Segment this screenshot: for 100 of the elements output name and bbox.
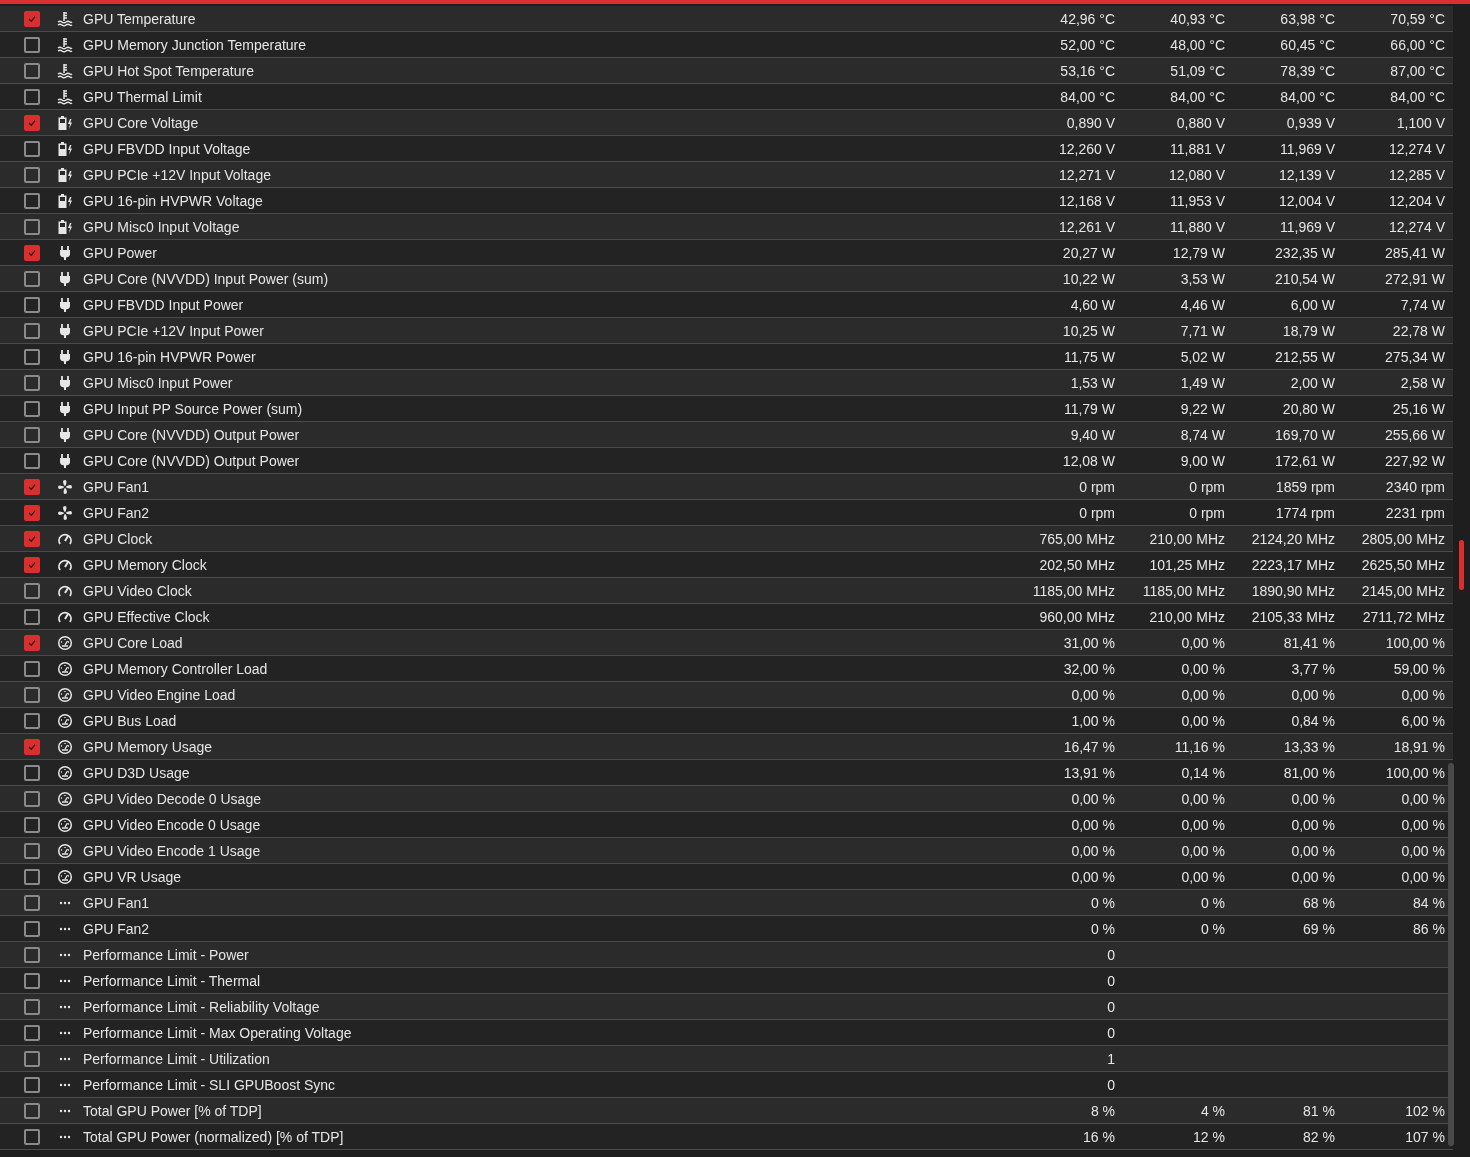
- sensor-name: GPU Core Load: [83, 634, 183, 651]
- more-icon: [57, 952, 73, 957]
- checkbox[interactable]: [24, 868, 40, 885]
- scrollbar-thumb[interactable]: [1448, 763, 1454, 1146]
- sensor-value: 11,16 %: [1174, 738, 1225, 755]
- sensor-value: 0,00 %: [1401, 868, 1445, 885]
- checkbox[interactable]: [24, 1102, 40, 1119]
- thermometer-icon: [57, 62, 73, 79]
- plug-icon: [57, 348, 73, 365]
- sensor-value: 2105,33 MHz: [1251, 608, 1335, 625]
- sensor-value: 765,00 MHz: [1039, 530, 1115, 547]
- sensor-value: 0 %: [1090, 894, 1115, 911]
- sensor-value: 12,139 V: [1278, 166, 1335, 183]
- sensor-value: 12,285 V: [1388, 166, 1445, 183]
- checkbox[interactable]: [24, 1076, 40, 1093]
- checkbox[interactable]: [24, 478, 40, 495]
- sensor-value: 2805,00 MHz: [1361, 530, 1445, 547]
- sensor-value: 12,168 V: [1058, 192, 1115, 209]
- sensor-value: 0,00 %: [1181, 868, 1225, 885]
- sensor-name: Performance Limit - Power: [83, 946, 249, 963]
- sensor-name: GPU Video Encode 1 Usage: [83, 842, 261, 859]
- checkbox[interactable]: [24, 556, 40, 573]
- sensor-value: 0: [1107, 1024, 1115, 1041]
- sensor-value: 0 rpm: [1189, 478, 1225, 495]
- sensor-value: 0: [1107, 1076, 1115, 1093]
- sensor-name: GPU Video Engine Load: [83, 686, 236, 703]
- checkbox[interactable]: [24, 36, 40, 53]
- checkbox[interactable]: [24, 62, 40, 79]
- sensor-value: 7,74 W: [1400, 296, 1445, 313]
- sensor-value: 0 rpm: [1079, 504, 1115, 521]
- sensor-value: 53,16 °C: [1060, 62, 1115, 79]
- sensor-name: GPU 16-pin HVPWR Voltage: [83, 192, 263, 209]
- checkbox[interactable]: [24, 374, 40, 391]
- checkbox[interactable]: [24, 920, 40, 937]
- plug-icon: [57, 374, 73, 391]
- checkbox[interactable]: [24, 322, 40, 339]
- checkbox[interactable]: [24, 790, 40, 807]
- battery-charging-icon: [57, 192, 73, 209]
- checkbox[interactable]: [24, 1050, 40, 1067]
- checkbox[interactable]: [24, 166, 40, 183]
- checkbox[interactable]: [24, 764, 40, 781]
- checkbox[interactable]: [24, 634, 40, 651]
- checkbox[interactable]: [24, 218, 40, 235]
- sensor-name: GPU Memory Junction Temperature: [83, 36, 307, 53]
- sensor-value: 20,80 W: [1282, 400, 1335, 417]
- plug-icon: [57, 426, 73, 443]
- sensor-name: GPU Video Clock: [83, 582, 192, 599]
- checkbox[interactable]: [24, 998, 40, 1015]
- checkbox[interactable]: [24, 1024, 40, 1041]
- checkbox[interactable]: [24, 530, 40, 547]
- checkbox[interactable]: [24, 114, 40, 131]
- sensor-name: GPU Bus Load: [83, 712, 177, 729]
- sensor-value: 3,77 %: [1291, 660, 1335, 677]
- sensor-value: 11,881 V: [1170, 140, 1225, 157]
- checkbox[interactable]: [24, 712, 40, 729]
- checkbox[interactable]: [24, 88, 40, 105]
- checkbox[interactable]: [24, 10, 40, 27]
- sensor-name: GPU 16-pin HVPWR Power: [83, 348, 256, 365]
- sensor-value: 86 %: [1413, 920, 1445, 937]
- checkbox[interactable]: [24, 140, 40, 157]
- checkbox[interactable]: [24, 738, 40, 755]
- checkbox[interactable]: [24, 972, 40, 989]
- checkbox[interactable]: [24, 660, 40, 677]
- checkbox[interactable]: [24, 296, 40, 313]
- checkbox[interactable]: [24, 270, 40, 287]
- checkbox[interactable]: [24, 894, 40, 911]
- checkbox[interactable]: [24, 400, 40, 417]
- sensor-value: 8,74 W: [1180, 426, 1225, 443]
- checkbox[interactable]: [24, 192, 40, 209]
- sensor-name: Performance Limit - SLI GPUBoost Sync: [83, 1076, 336, 1093]
- sensor-name: GPU Memory Clock: [83, 556, 207, 573]
- checkbox[interactable]: [24, 608, 40, 625]
- sensor-value: 11,953 V: [1170, 192, 1225, 209]
- sensor-value: 2,58 W: [1400, 374, 1445, 391]
- sensor-value: 51,09 °C: [1170, 62, 1225, 79]
- sensor-value: 255,66 W: [1385, 426, 1445, 443]
- sensor-value: 12,274 V: [1388, 218, 1445, 235]
- sensor-value: 0,00 %: [1181, 790, 1225, 807]
- checkbox[interactable]: [24, 426, 40, 443]
- sensor-value: 16 %: [1083, 1128, 1115, 1145]
- speedometer-icon: [57, 712, 73, 729]
- checkbox[interactable]: [24, 842, 40, 859]
- checkbox[interactable]: [24, 686, 40, 703]
- checkbox[interactable]: [24, 348, 40, 365]
- checkbox[interactable]: [24, 244, 40, 261]
- sensor-value: 10,25 W: [1062, 322, 1115, 339]
- sensor-value: 1,49 W: [1180, 374, 1225, 391]
- sensor-value: 0,00 %: [1181, 816, 1225, 833]
- checkbox[interactable]: [24, 582, 40, 599]
- sensor-value: 84 %: [1413, 894, 1445, 911]
- sensor-name: GPU D3D Usage: [83, 764, 190, 781]
- checkbox[interactable]: [24, 946, 40, 963]
- checkbox[interactable]: [24, 452, 40, 469]
- checkbox[interactable]: [24, 1128, 40, 1145]
- checkbox[interactable]: [24, 816, 40, 833]
- checkbox[interactable]: [24, 504, 40, 521]
- sensor-value: 84,00 °C: [1060, 88, 1115, 105]
- sensor-value: 0,84 %: [1291, 712, 1335, 729]
- sensor-name: GPU Video Decode 0 Usage: [83, 790, 261, 807]
- sensor-value: 202,50 MHz: [1039, 556, 1115, 573]
